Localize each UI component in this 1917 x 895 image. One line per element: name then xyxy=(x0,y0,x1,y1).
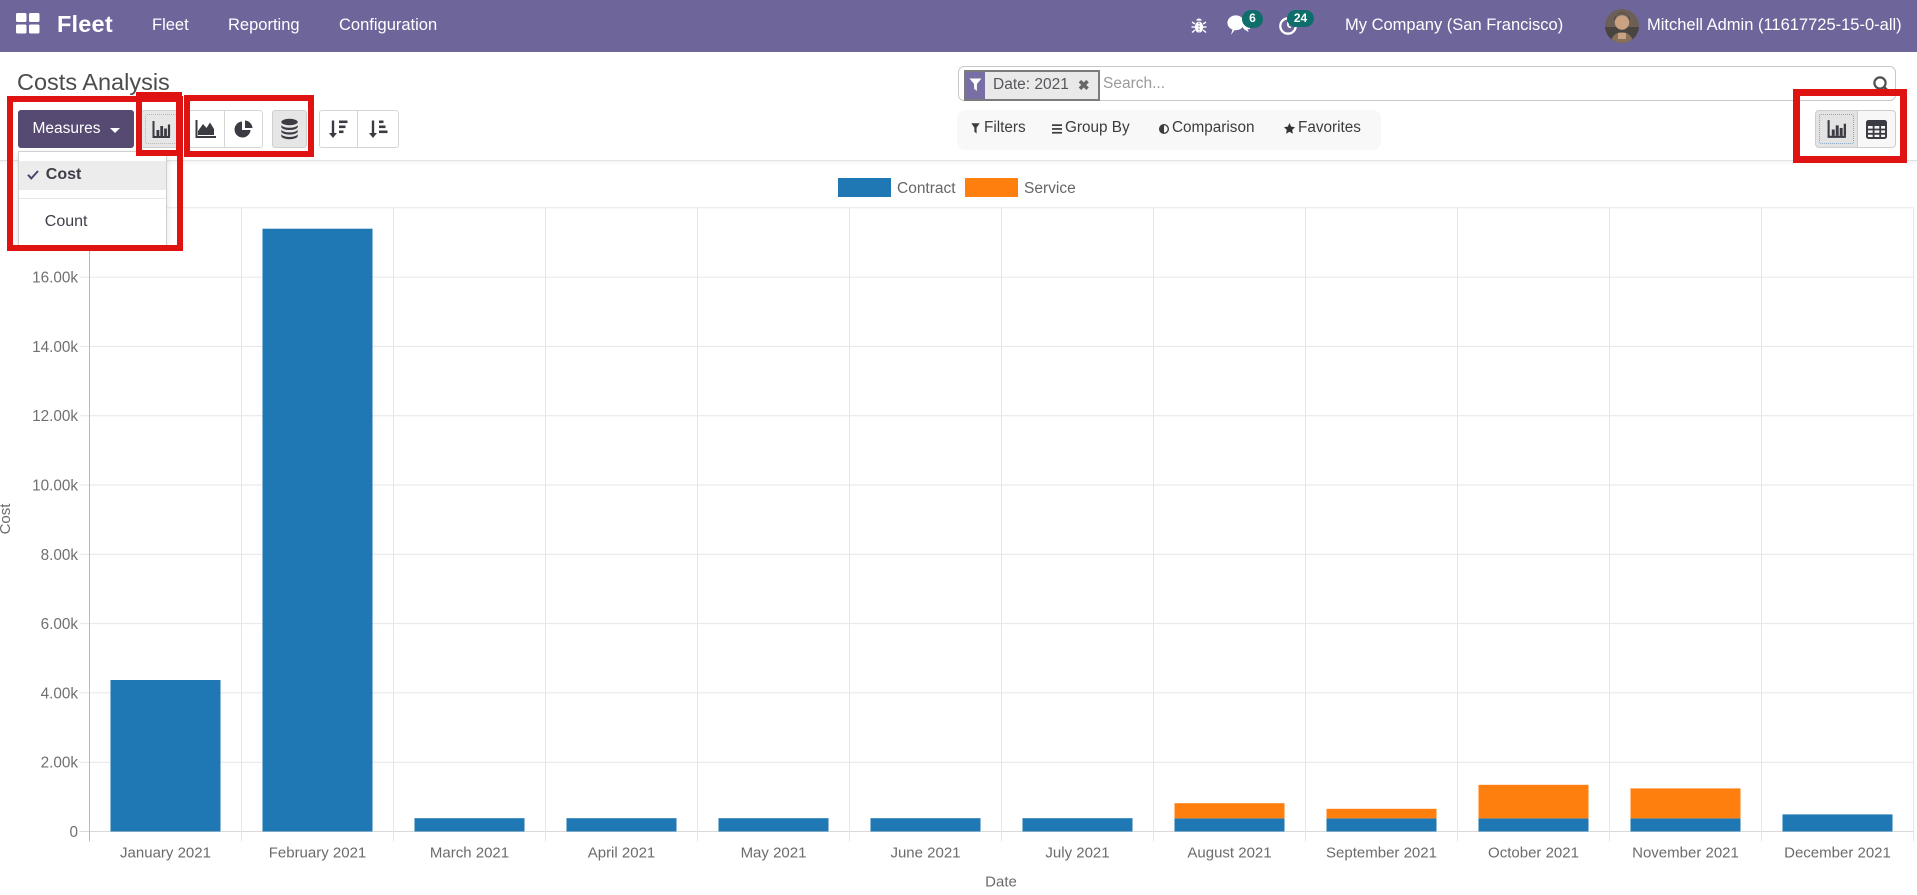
svg-text:August 2021: August 2021 xyxy=(1187,845,1271,862)
svg-text:10.00k: 10.00k xyxy=(32,478,78,495)
svg-text:Contract: Contract xyxy=(897,180,956,197)
svg-text:April 2021: April 2021 xyxy=(588,845,656,862)
svg-text:0: 0 xyxy=(69,824,78,841)
svg-text:Service: Service xyxy=(1024,180,1076,197)
svg-text:September 2021: September 2021 xyxy=(1326,845,1437,862)
svg-text:Cost: Cost xyxy=(0,503,14,535)
svg-text:February 2021: February 2021 xyxy=(269,845,367,862)
svg-text:12.00k: 12.00k xyxy=(32,408,78,425)
svg-text:December 2021: December 2021 xyxy=(1784,845,1891,862)
svg-text:January 2021: January 2021 xyxy=(120,845,211,862)
svg-text:March 2021: March 2021 xyxy=(430,845,509,862)
svg-text:Date: Date xyxy=(985,874,1017,891)
svg-text:June 2021: June 2021 xyxy=(890,845,960,862)
svg-text:8.00k: 8.00k xyxy=(41,547,79,564)
svg-text:November 2021: November 2021 xyxy=(1632,845,1739,862)
svg-text:July 2021: July 2021 xyxy=(1045,845,1109,862)
svg-text:14.00k: 14.00k xyxy=(32,339,78,356)
svg-text:4.00k: 4.00k xyxy=(41,685,79,702)
svg-text:16.00k: 16.00k xyxy=(32,270,78,287)
svg-text:October 2021: October 2021 xyxy=(1488,845,1579,862)
svg-text:May 2021: May 2021 xyxy=(741,845,807,862)
svg-text:2.00k: 2.00k xyxy=(41,755,79,772)
svg-text:6.00k: 6.00k xyxy=(41,616,79,633)
